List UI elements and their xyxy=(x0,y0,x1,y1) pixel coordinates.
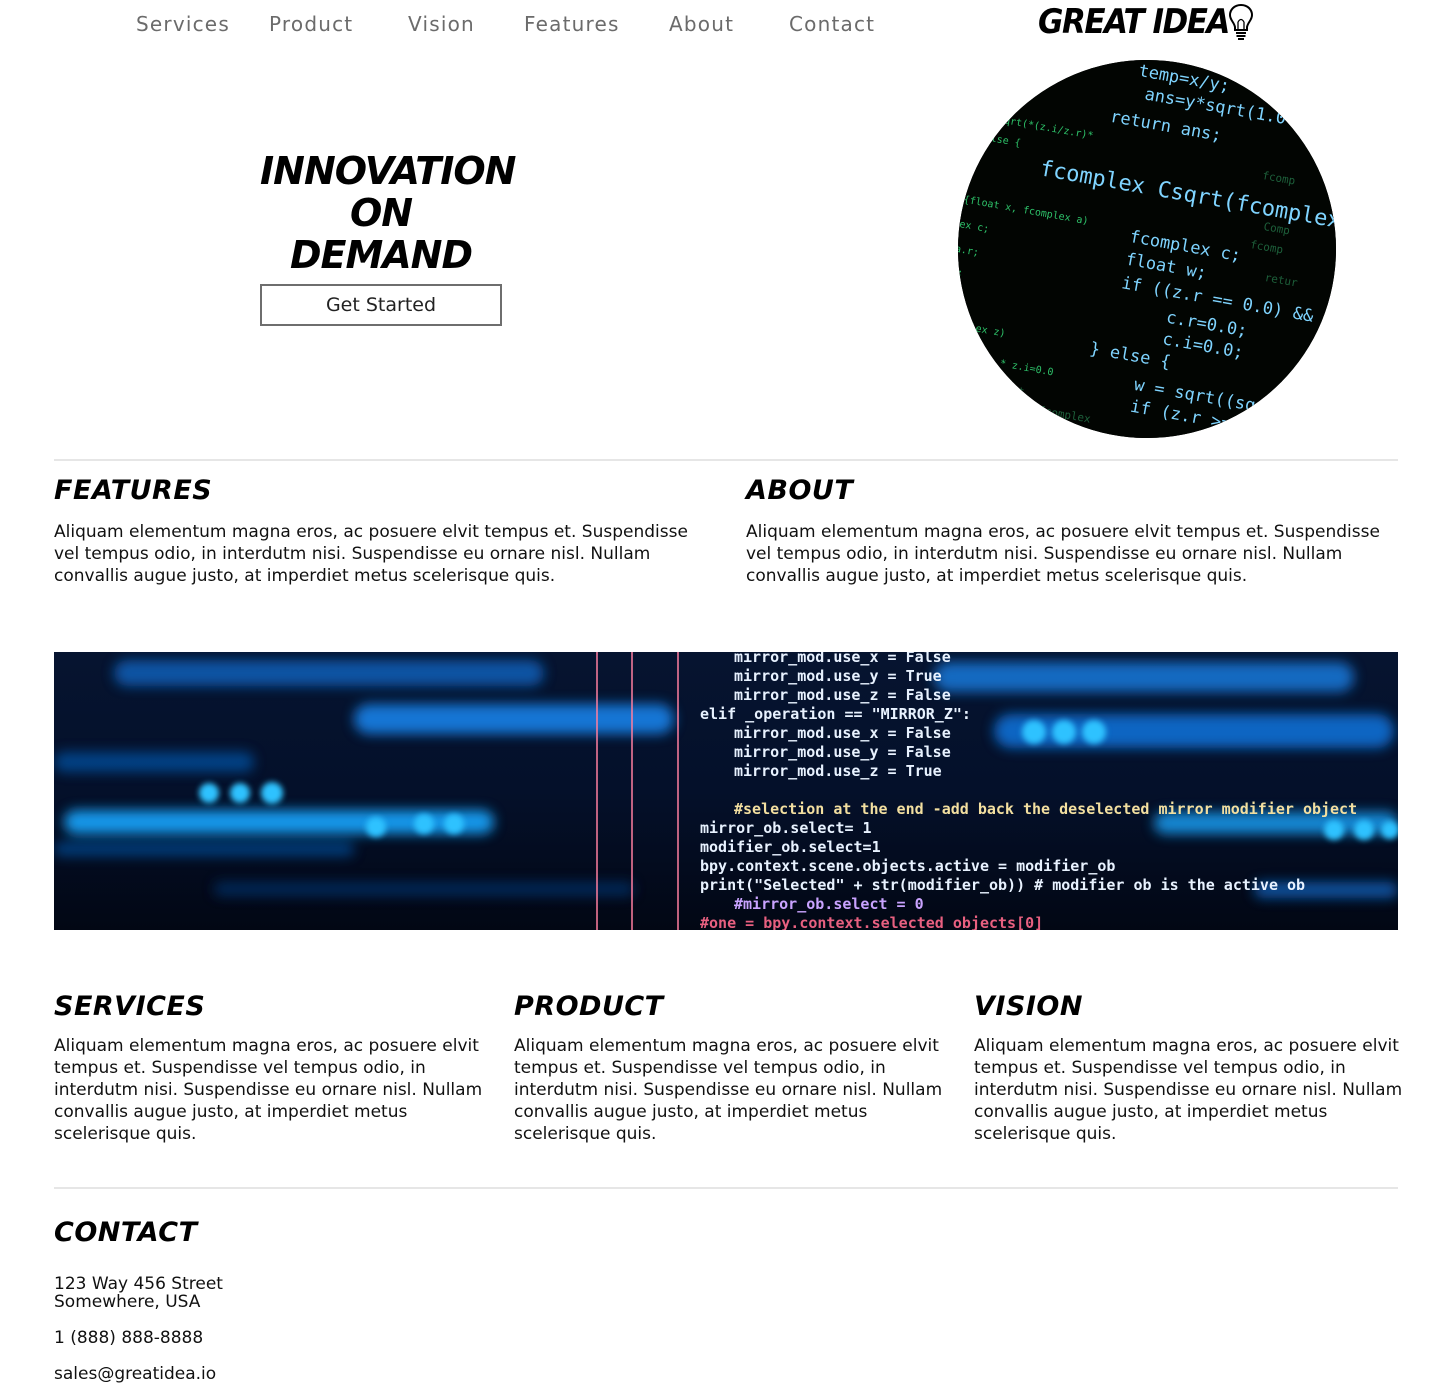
contact-address-line1: 123 Way 456 Street xyxy=(54,1274,223,1294)
product-heading: Product xyxy=(514,991,664,1022)
get-started-button[interactable]: Get Started xyxy=(260,284,502,326)
lightbulb-icon xyxy=(1228,3,1253,40)
banner-code-line: #mirror_ob.select = 0 xyxy=(734,895,924,913)
banner-code-line: print("Selected" + str(modifier_ob)) # m… xyxy=(700,876,1305,894)
about-text: Aliquam elementum magna eros, ac posuere… xyxy=(746,522,1380,586)
banner-code-line: mirror_mod.use_y = False xyxy=(734,743,951,761)
banner-code-line: mirror_ob.select= 1 xyxy=(700,819,872,837)
hero-code-image: temp=x/y; ans=y*sqrt(1.0+temp*te return … xyxy=(958,60,1336,438)
vision-heading: Vision xyxy=(974,991,1083,1022)
contact-email-link[interactable]: sales@greatidea.io xyxy=(54,1365,216,1383)
code-screen-image: temp=x/y; ans=y*sqrt(1.0+temp*te return … xyxy=(958,60,1336,438)
hero-title-line: DEMAND xyxy=(289,233,473,277)
nav-link-vision[interactable]: Vision xyxy=(408,12,475,36)
contact-heading: Contact xyxy=(54,1217,198,1248)
divider xyxy=(54,1187,1398,1189)
banner-code-line: modifier_ob.select=1 xyxy=(700,838,881,856)
divider xyxy=(54,459,1398,461)
product-text: Aliquam elementum magna eros, ac posuere… xyxy=(514,1036,943,1144)
contact-address-line2: Somewhere, USA xyxy=(54,1292,201,1312)
banner-code-line: mirror_mod.use_x = False xyxy=(734,652,951,666)
hero-title-line: INNOVATION xyxy=(260,149,516,193)
banner-code-line: #selection at the end -add back the dese… xyxy=(734,800,1357,818)
features-heading: Features xyxy=(54,475,213,506)
banner-code-line: mirror_mod.use_z = True xyxy=(734,762,942,780)
nav-link-product[interactable]: Product xyxy=(269,12,353,36)
banner-code-line: #one = bpy.context.selected_objects[0] xyxy=(700,914,1043,930)
code-banner-graphic: mirror_mod.use_x = False mirror_mod.use_… xyxy=(54,652,1398,930)
contact-phone[interactable]: 1 (888) 888-8888 xyxy=(54,1329,203,1347)
nav-link-about[interactable]: About xyxy=(669,12,734,36)
top-nav: Services Product Vision Features About C… xyxy=(0,0,1456,50)
svg-text:}: } xyxy=(1045,72,1053,84)
features-text: Aliquam elementum magna eros, ac posuere… xyxy=(54,522,688,586)
about-heading: About xyxy=(746,475,854,506)
banner-code-line: elif _operation == "MIRROR_Z": xyxy=(700,705,971,723)
logo-text: GREAT IDEA xyxy=(1038,2,1230,42)
code-banner-image: mirror_mod.use_x = False mirror_mod.use_… xyxy=(54,652,1398,930)
banner-code-line: bpy.context.scene.objects.active = modif… xyxy=(700,857,1115,875)
vision-text: Aliquam elementum magna eros, ac posuere… xyxy=(974,1036,1403,1144)
hero-title-line: ON xyxy=(349,191,413,235)
services-heading: Services xyxy=(54,991,206,1022)
logo[interactable]: GREAT IDEA xyxy=(1038,0,1255,44)
nav-link-services[interactable]: Services xyxy=(136,12,230,36)
services-text: Aliquam elementum magna eros, ac posuere… xyxy=(54,1036,483,1144)
nav-link-features[interactable]: Features xyxy=(524,12,620,36)
banner-code-line: mirror_mod.use_x = False xyxy=(734,724,951,742)
banner-code-line: mirror_mod.use_y = True xyxy=(734,667,942,685)
banner-code-line: mirror_mod.use_z = False xyxy=(734,686,951,704)
nav-link-contact[interactable]: Contact xyxy=(789,12,875,36)
hero-title: INNOVATION ON DEMAND xyxy=(260,149,516,277)
